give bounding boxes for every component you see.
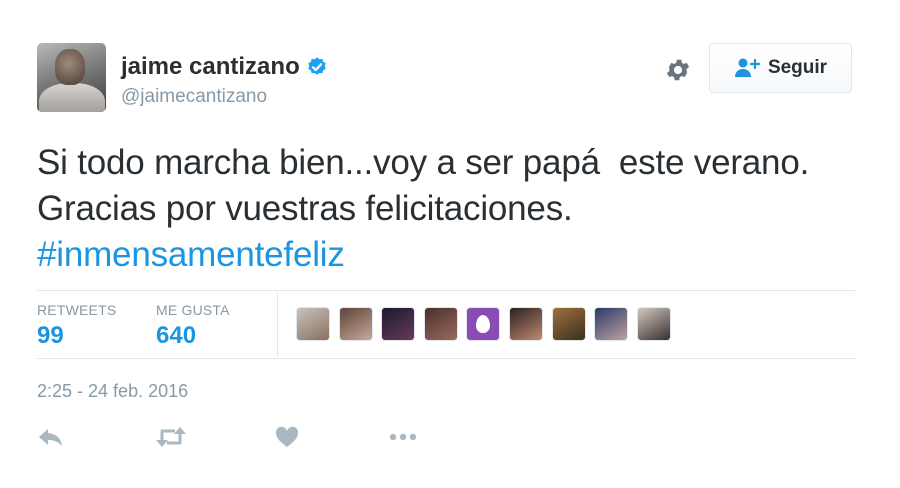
likes-label[interactable]: ME GUSTA [156,302,230,318]
follow-label: Seguir [767,57,828,78]
avatar[interactable] [37,43,106,112]
stats-top-divider [37,290,855,291]
liker-avatar[interactable] [338,307,373,341]
stats-bottom-divider [37,358,855,359]
hashtag-link[interactable]: #inmensamentefeliz [37,235,345,274]
verified-badge-icon [308,57,326,75]
retweet-icon[interactable] [155,426,187,448]
retweets-label[interactable]: RETWEETS [37,302,116,318]
liker-avatar[interactable] [296,307,330,341]
default-egg-icon [476,315,491,333]
avatar-head [55,49,85,85]
avatar-shoulders [39,83,105,112]
author-name-row: jaime cantizano [121,53,328,81]
add-user-icon [734,58,760,77]
stats-vertical-divider [277,292,278,357]
liker-avatar[interactable] [423,307,458,341]
likes-count[interactable]: 640 [156,322,196,350]
heart-icon[interactable] [275,426,299,448]
tweet-body: Si todo marcha bien...voy a ser papá est… [37,143,819,228]
liker-avatar[interactable] [381,307,416,341]
liker-avatar[interactable] [508,307,543,341]
tweet-text: Si todo marcha bien...voy a ser papá est… [37,140,857,278]
gear-icon[interactable] [664,56,692,84]
liker-avatar[interactable] [466,307,501,341]
tweet-timestamp[interactable]: 2:25 - 24 feb. 2016 [37,381,188,402]
author-name[interactable]: jaime cantizano [121,53,300,81]
liker-avatar[interactable] [636,307,671,341]
more-icon[interactable] [388,426,418,448]
author-handle[interactable]: @jaimecantizano [121,86,267,108]
reply-icon[interactable] [37,426,65,448]
liker-avatar[interactable] [594,307,629,341]
liker-avatar[interactable] [551,307,586,341]
retweets-count[interactable]: 99 [37,322,64,350]
liker-avatars [296,307,679,341]
follow-button[interactable]: Seguir [709,43,852,93]
